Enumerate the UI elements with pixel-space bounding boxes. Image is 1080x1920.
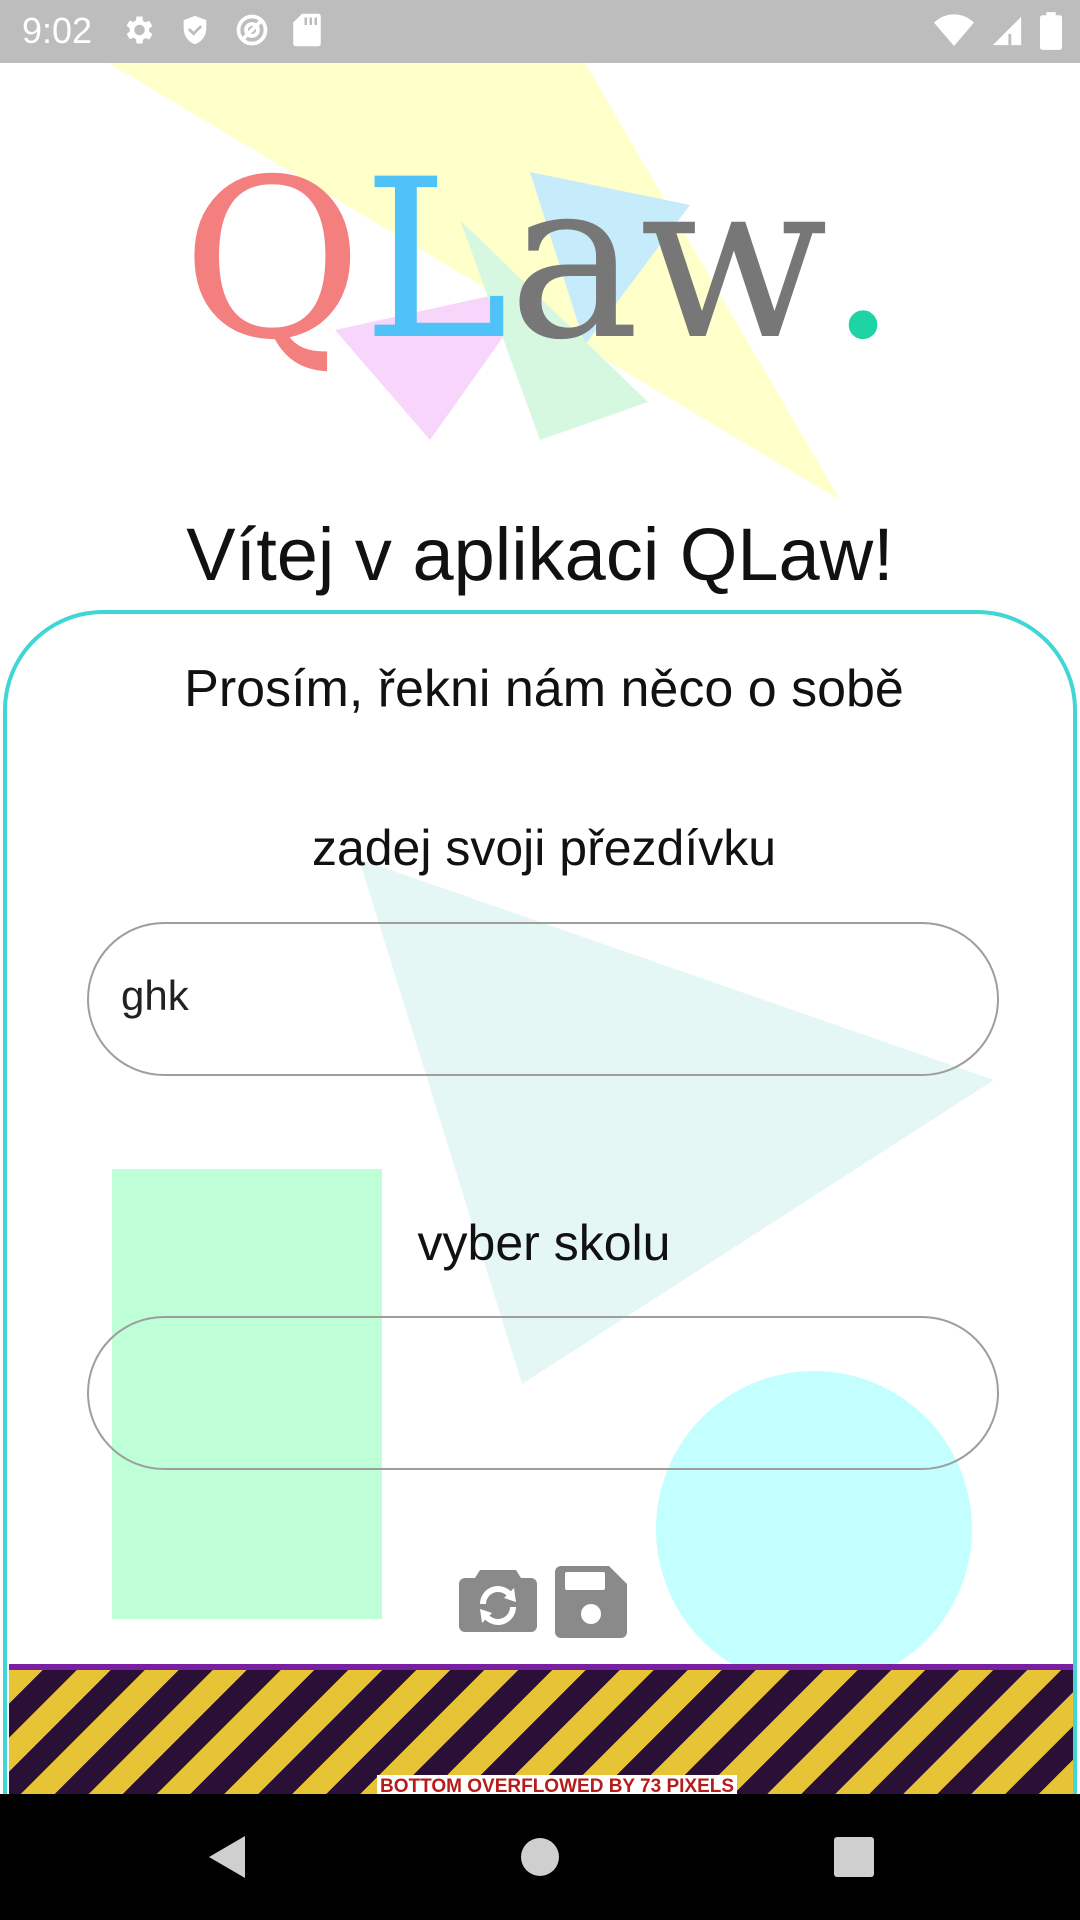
recents-icon[interactable] bbox=[830, 1832, 878, 1882]
school-select[interactable] bbox=[87, 1316, 999, 1470]
status-time: 9:02 bbox=[22, 10, 93, 51]
profile-card: Prosím, řekni nám něco o sobě zadej svoj… bbox=[3, 610, 1077, 1795]
school-label: vyber skolu bbox=[417, 1215, 671, 1271]
status-icons-right bbox=[934, 12, 1062, 50]
camera-switch-icon[interactable] bbox=[458, 1564, 538, 1634]
overflow-warning-bar: BOTTOM OVERFLOWED BY 73 PIXELS bbox=[9, 1664, 1073, 1795]
app-logo: QLaw. bbox=[0, 150, 1080, 370]
nickname-input[interactable]: ghk bbox=[87, 922, 999, 1076]
shield-icon bbox=[183, 15, 207, 45]
home-icon[interactable] bbox=[516, 1832, 564, 1882]
overflow-warning-text: BOTTOM OVERFLOWED BY 73 PIXELS bbox=[377, 1775, 738, 1795]
navigation-bar bbox=[0, 1794, 1080, 1920]
nickname-label: zadej svoji přezdívku bbox=[311, 820, 777, 876]
logo-dot: . bbox=[828, 132, 898, 388]
welcome-title: Vítej v aplikaci QLaw! bbox=[186, 513, 894, 596]
save-icon[interactable] bbox=[555, 1566, 627, 1638]
at-circle-icon bbox=[236, 14, 268, 46]
wifi-icon bbox=[934, 14, 974, 46]
logo-letter-l: L bbox=[362, 132, 509, 388]
logo-letters-aw: aw bbox=[508, 132, 828, 388]
battery-icon bbox=[1040, 12, 1062, 50]
logo-letter-q: Q bbox=[182, 132, 363, 388]
sd-card-icon bbox=[293, 13, 321, 47]
status-bar: 9:02 bbox=[0, 0, 1080, 63]
nickname-input-value: ghk bbox=[121, 972, 189, 1019]
status-icons-left bbox=[120, 12, 322, 48]
card-subtitle: Prosím, řekni nám něco o sobě bbox=[184, 660, 904, 718]
signal-icon bbox=[992, 16, 1022, 46]
back-icon[interactable] bbox=[205, 1832, 253, 1882]
gear-icon bbox=[126, 16, 153, 44]
card-background-decoration bbox=[112, 859, 994, 1687]
